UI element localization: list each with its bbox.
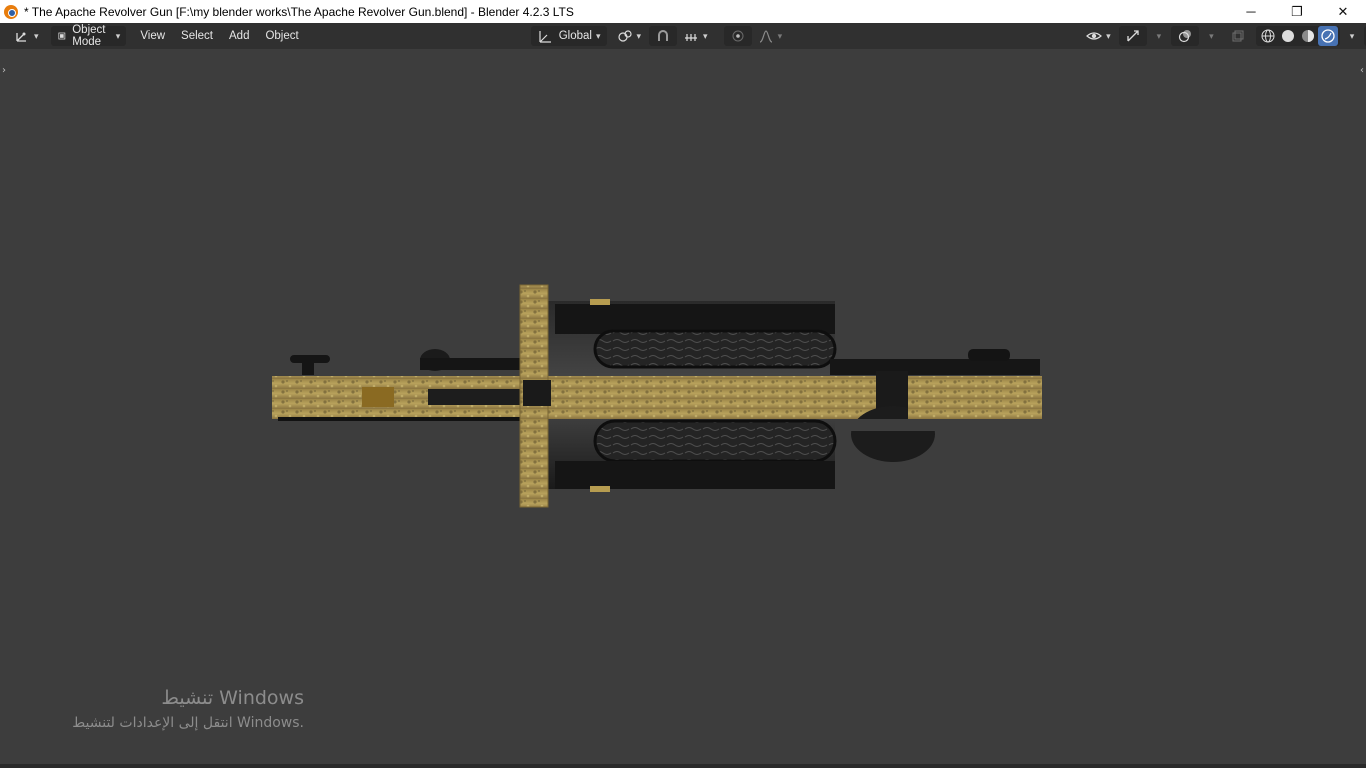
gizmo-toggle[interactable]: [1118, 26, 1147, 46]
barrel-rib: [830, 359, 1040, 375]
shading-modes: [1255, 26, 1340, 46]
material-sphere-icon: [1301, 30, 1314, 42]
overlays-toggle[interactable]: [1171, 26, 1200, 46]
proportional-edit-icon: [732, 30, 744, 42]
rendered-sphere-icon: [1321, 29, 1335, 43]
material-preview-shading-button[interactable]: [1298, 28, 1318, 44]
selectability-visibility-dropdown[interactable]: ▾: [1080, 26, 1117, 46]
gizmo-dropdown[interactable]: ▾: [1147, 26, 1168, 46]
overlays-dropdown[interactable]: ▾: [1199, 26, 1220, 46]
frame-underline: [278, 417, 528, 421]
solid-sphere-icon: [1281, 30, 1294, 42]
maximize-button[interactable]: ❐: [1274, 0, 1320, 23]
pivot-point-icon: [617, 30, 632, 42]
close-button[interactable]: ✕: [1320, 0, 1366, 23]
chevron-down-icon: ▾: [1106, 30, 1111, 41]
axis-editor-icon: [16, 32, 26, 42]
proportional-editing-toggle[interactable]: [723, 26, 752, 46]
snap-toggle[interactable]: [649, 26, 678, 46]
xray-toggle[interactable]: [1224, 26, 1252, 46]
recoil-shield-gap: [523, 380, 551, 406]
menu-object[interactable]: Object: [259, 26, 304, 46]
top-strap: [420, 358, 530, 370]
frame-inlay: [362, 387, 394, 407]
chevron-down-icon: ▾: [777, 30, 783, 41]
orientation-label: Global: [558, 30, 592, 42]
frame-slot: [428, 389, 520, 405]
barrel-brass-section: [908, 376, 1042, 419]
wireframe-sphere-icon: [1261, 29, 1275, 43]
xray-icon: [1232, 30, 1244, 42]
snap-target-dropdown[interactable]: ▾: [677, 26, 714, 46]
orientation-axis-icon: [539, 31, 551, 43]
window-titlebar: * The Apache Revolver Gun [F:\my blender…: [0, 0, 1366, 23]
chevron-down-icon: ▾: [1209, 30, 1214, 41]
chevron-down-icon: ▾: [1156, 30, 1162, 41]
chevron-down-icon: ▾: [636, 30, 642, 41]
cylinder-notch-top: [590, 299, 610, 305]
overlays-icon: [1179, 30, 1192, 43]
chevron-down-icon: ▾: [115, 30, 121, 41]
eye-icon: [1086, 32, 1103, 40]
pivot-point-dropdown[interactable]: ▾: [611, 26, 648, 46]
ring-cutout: [850, 419, 936, 431]
chevron-down-icon: ▾: [703, 30, 708, 41]
chevron-down-icon: ▾: [1349, 30, 1355, 41]
menu-add[interactable]: Add: [223, 26, 255, 46]
shading-dropdown[interactable]: ▾: [1340, 26, 1361, 46]
status-bar-edge: [0, 764, 1366, 768]
windows-activation-title: تنشيط Windows: [161, 687, 304, 709]
wireframe-shading-button[interactable]: [1258, 28, 1278, 44]
cylinder-bottom-band: [555, 461, 835, 489]
proportional-falloff-dropdown[interactable]: ▾: [752, 26, 789, 46]
minimize-button[interactable]: ─: [1228, 0, 1274, 23]
window-title: * The Apache Revolver Gun [F:\my blender…: [24, 4, 574, 19]
cylinder-flute-lower: [593, 419, 837, 463]
blender-logo-icon: [4, 4, 18, 19]
snap-increment-icon: [685, 34, 698, 41]
window-controls: ─ ❐ ✕: [1228, 0, 1366, 23]
front-sight: [968, 349, 1010, 361]
mode-dropdown[interactable]: Object Mode ▾: [50, 24, 127, 48]
rendered-shading-button[interactable]: [1317, 26, 1338, 46]
chevron-down-icon: ▾: [595, 30, 601, 41]
revolver-model: [272, 284, 1042, 508]
transform-orientation-dropdown[interactable]: Global ▾: [530, 26, 607, 46]
gizmo-icon: [1126, 30, 1139, 42]
menu-select[interactable]: Select: [175, 26, 219, 46]
solid-shading-button[interactable]: [1278, 28, 1298, 44]
editor-type-button[interactable]: ▾: [8, 26, 45, 46]
3d-viewport[interactable]: › ‹ تنشيط Windows انتقل إلى الإعدادات لت…: [0, 49, 1366, 768]
viewport-header: ▾ Object Mode ▾ View Select Add Object G…: [0, 23, 1366, 49]
chevron-down-icon: ▾: [34, 30, 39, 41]
falloff-curve-icon: [759, 30, 772, 43]
windows-activation-subtitle: انتقل إلى الإعدادات لتنشيط Windows.: [72, 715, 304, 731]
cylinder-notch-bottom: [590, 486, 610, 492]
magnet-icon: [658, 30, 669, 41]
menu-view[interactable]: View: [134, 26, 171, 46]
rear-sight-stem: [302, 361, 314, 375]
mode-label: Object Mode: [72, 24, 106, 48]
cylinder-flute-upper: [593, 329, 837, 369]
object-mode-icon: [57, 32, 65, 40]
